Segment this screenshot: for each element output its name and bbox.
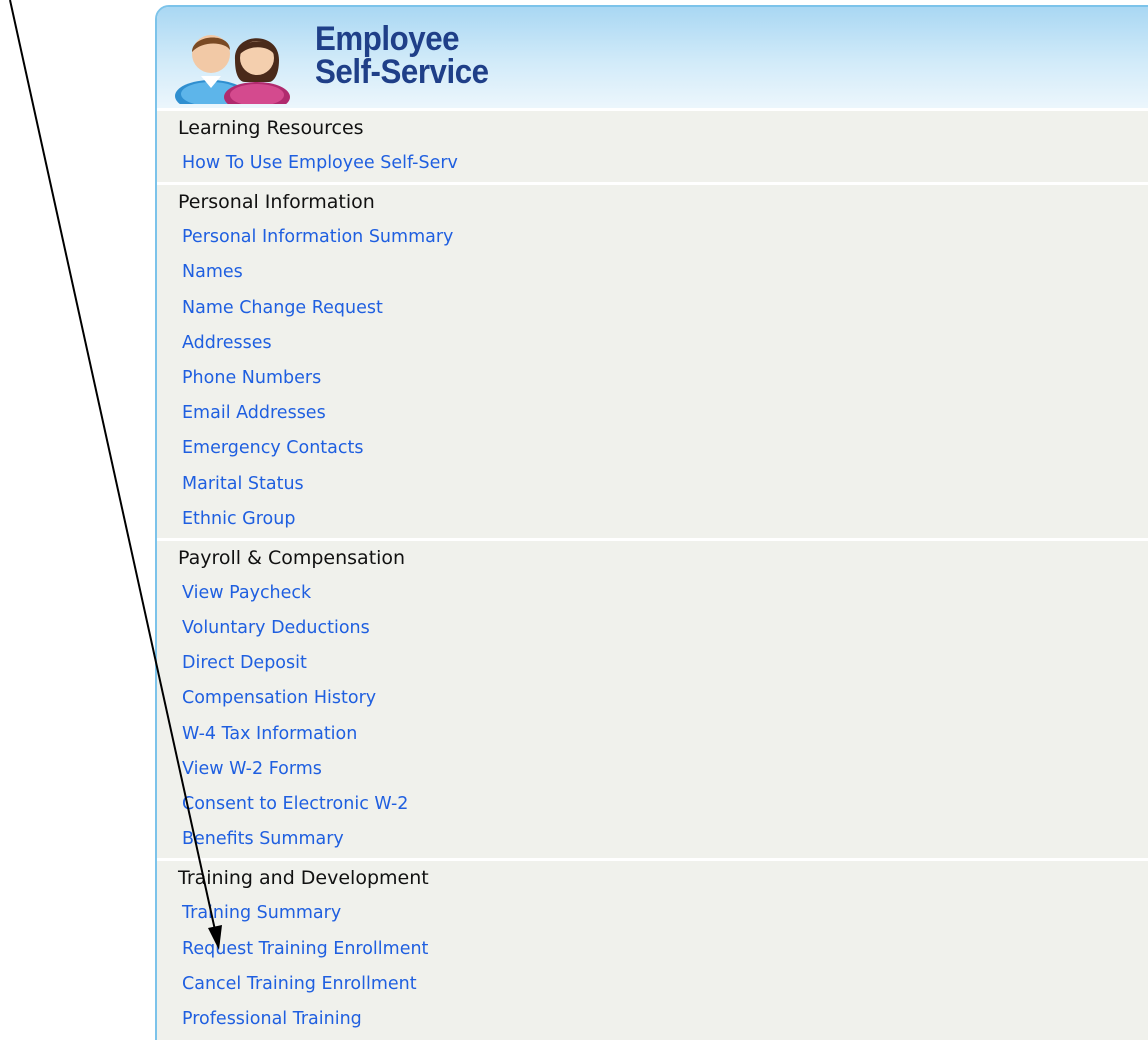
employees-icon xyxy=(175,35,290,104)
link-professional-training[interactable]: Professional Training xyxy=(157,1003,1148,1038)
link-name-change-request[interactable]: Name Change Request xyxy=(157,292,1148,327)
section-personal-information: Personal Information Personal Informatio… xyxy=(157,182,1148,538)
section-learning-resources: Learning Resources How To Use Employee S… xyxy=(157,108,1148,182)
page-title-line-2: Self-Service xyxy=(315,53,489,91)
page-title-line-1: Employee xyxy=(315,20,460,58)
section-payroll-compensation: Payroll & Compensation View Paycheck Vol… xyxy=(157,537,1148,859)
link-direct-deposit[interactable]: Direct Deposit xyxy=(157,647,1148,682)
link-addresses[interactable]: Addresses xyxy=(157,327,1148,362)
section-title: Payroll & Compensation xyxy=(178,546,406,569)
link-names[interactable]: Names xyxy=(157,256,1148,291)
link-compensation-history[interactable]: Compensation History xyxy=(157,682,1148,717)
link-email-addresses[interactable]: Email Addresses xyxy=(157,397,1148,432)
link-w4-tax-information[interactable]: W-4 Tax Information xyxy=(157,718,1148,753)
section-training-development: Training and Development Training Summar… xyxy=(157,858,1148,1038)
section-title: Training and Development xyxy=(178,867,429,890)
panel-header: Employee Self-Service xyxy=(157,7,1148,108)
link-ethnic-group[interactable]: Ethnic Group xyxy=(157,503,1148,538)
page-title: Employee Self-Service xyxy=(315,20,489,91)
link-how-to-use[interactable]: How To Use Employee Self-Serv xyxy=(157,147,1148,182)
link-view-paycheck[interactable]: View Paycheck xyxy=(157,577,1148,612)
employee-self-service-panel: Employee Self-Service Learning Resources… xyxy=(155,5,1148,1040)
link-marital-status[interactable]: Marital Status xyxy=(157,468,1148,503)
link-personal-information-summary[interactable]: Personal Information Summary xyxy=(157,221,1148,256)
link-phone-numbers[interactable]: Phone Numbers xyxy=(157,362,1148,397)
link-request-training-enrollment[interactable]: Request Training Enrollment xyxy=(157,933,1148,968)
section-title: Personal Information xyxy=(178,191,375,214)
link-voluntary-deductions[interactable]: Voluntary Deductions xyxy=(157,612,1148,647)
link-consent-electronic-w2[interactable]: Consent to Electronic W-2 xyxy=(157,788,1148,823)
link-emergency-contacts[interactable]: Emergency Contacts xyxy=(157,432,1148,467)
section-title: Learning Resources xyxy=(178,117,364,139)
link-cancel-training-enrollment[interactable]: Cancel Training Enrollment xyxy=(157,968,1148,1003)
link-training-summary[interactable]: Training Summary xyxy=(157,897,1148,932)
link-benefits-summary[interactable]: Benefits Summary xyxy=(157,823,1148,858)
link-view-w2-forms[interactable]: View W-2 Forms xyxy=(157,753,1148,788)
